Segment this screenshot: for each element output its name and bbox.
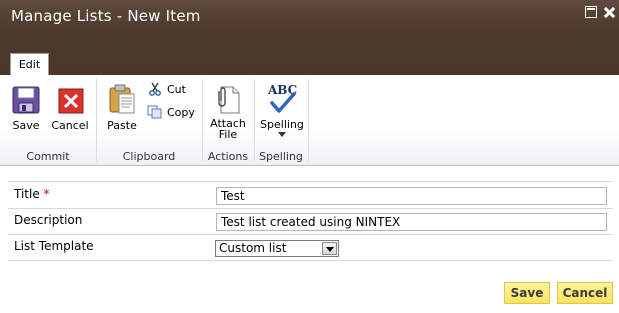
paperclip-icon (218, 86, 240, 114)
ribbon-paste-button[interactable]: Paste (104, 83, 140, 131)
dialog-titlebar: Manage Lists - New Item Edit (0, 0, 619, 76)
ribbon-save-button[interactable]: Save (8, 85, 44, 131)
save-icon (12, 86, 40, 114)
cut-label: Cut (167, 82, 186, 96)
form-row-title: Title * (8, 181, 613, 209)
paste-label: Paste (107, 119, 137, 132)
cancel-button[interactable]: Cancel (557, 282, 613, 304)
attach-label-line2: File (218, 128, 238, 141)
spelling-icon: ABC (266, 83, 298, 115)
group-label-actions: Actions (207, 150, 249, 163)
group-label-spelling: Spelling (259, 150, 303, 163)
maximize-icon[interactable] (585, 6, 597, 18)
save-label: Save (12, 119, 40, 132)
copy-icon (147, 105, 162, 119)
list-template-value: Custom list (219, 241, 287, 255)
close-icon[interactable] (603, 6, 615, 18)
group-separator (254, 79, 255, 161)
group-label-clipboard: Clipboard (122, 150, 176, 163)
dropdown-arrow-icon[interactable] (322, 242, 337, 255)
cancel-icon (58, 88, 84, 114)
group-label-commit: Commit (26, 150, 70, 163)
ribbon-spelling-button[interactable]: ABC Spelling (258, 83, 306, 137)
group-separator (308, 79, 309, 161)
paste-icon (109, 84, 135, 114)
group-separator (96, 79, 97, 161)
spelling-label: Spelling (260, 118, 304, 131)
description-input[interactable] (216, 213, 607, 231)
ribbon-copy-button[interactable]: Copy (147, 105, 195, 119)
tab-edit[interactable]: Edit (10, 53, 49, 76)
group-separator (202, 79, 203, 161)
cancel-label: Cancel (51, 119, 89, 132)
title-input[interactable] (216, 187, 607, 205)
description-label: Description (14, 213, 83, 227)
ribbon-attach-file-button[interactable]: Attach File (208, 83, 248, 140)
list-template-label: List Template (14, 239, 94, 253)
save-button[interactable]: Save (504, 282, 550, 304)
form-row-list-template: List Template Custom list (8, 235, 613, 261)
dialog-title: Manage Lists - New Item (11, 7, 201, 25)
copy-label: Copy (167, 105, 195, 119)
form-row-description: Description (8, 209, 613, 235)
scissors-icon (149, 82, 161, 96)
required-marker: * (43, 187, 50, 201)
ribbon: Save Cancel Paste Cut Copy Attach File A… (0, 75, 619, 166)
title-label-text: Title (14, 187, 40, 201)
title-label: Title * (14, 187, 50, 201)
list-template-select[interactable]: Custom list (215, 240, 339, 257)
ribbon-cancel-button[interactable]: Cancel (50, 85, 90, 131)
chevron-down-icon (278, 132, 286, 137)
ribbon-cut-button[interactable]: Cut (148, 82, 186, 96)
